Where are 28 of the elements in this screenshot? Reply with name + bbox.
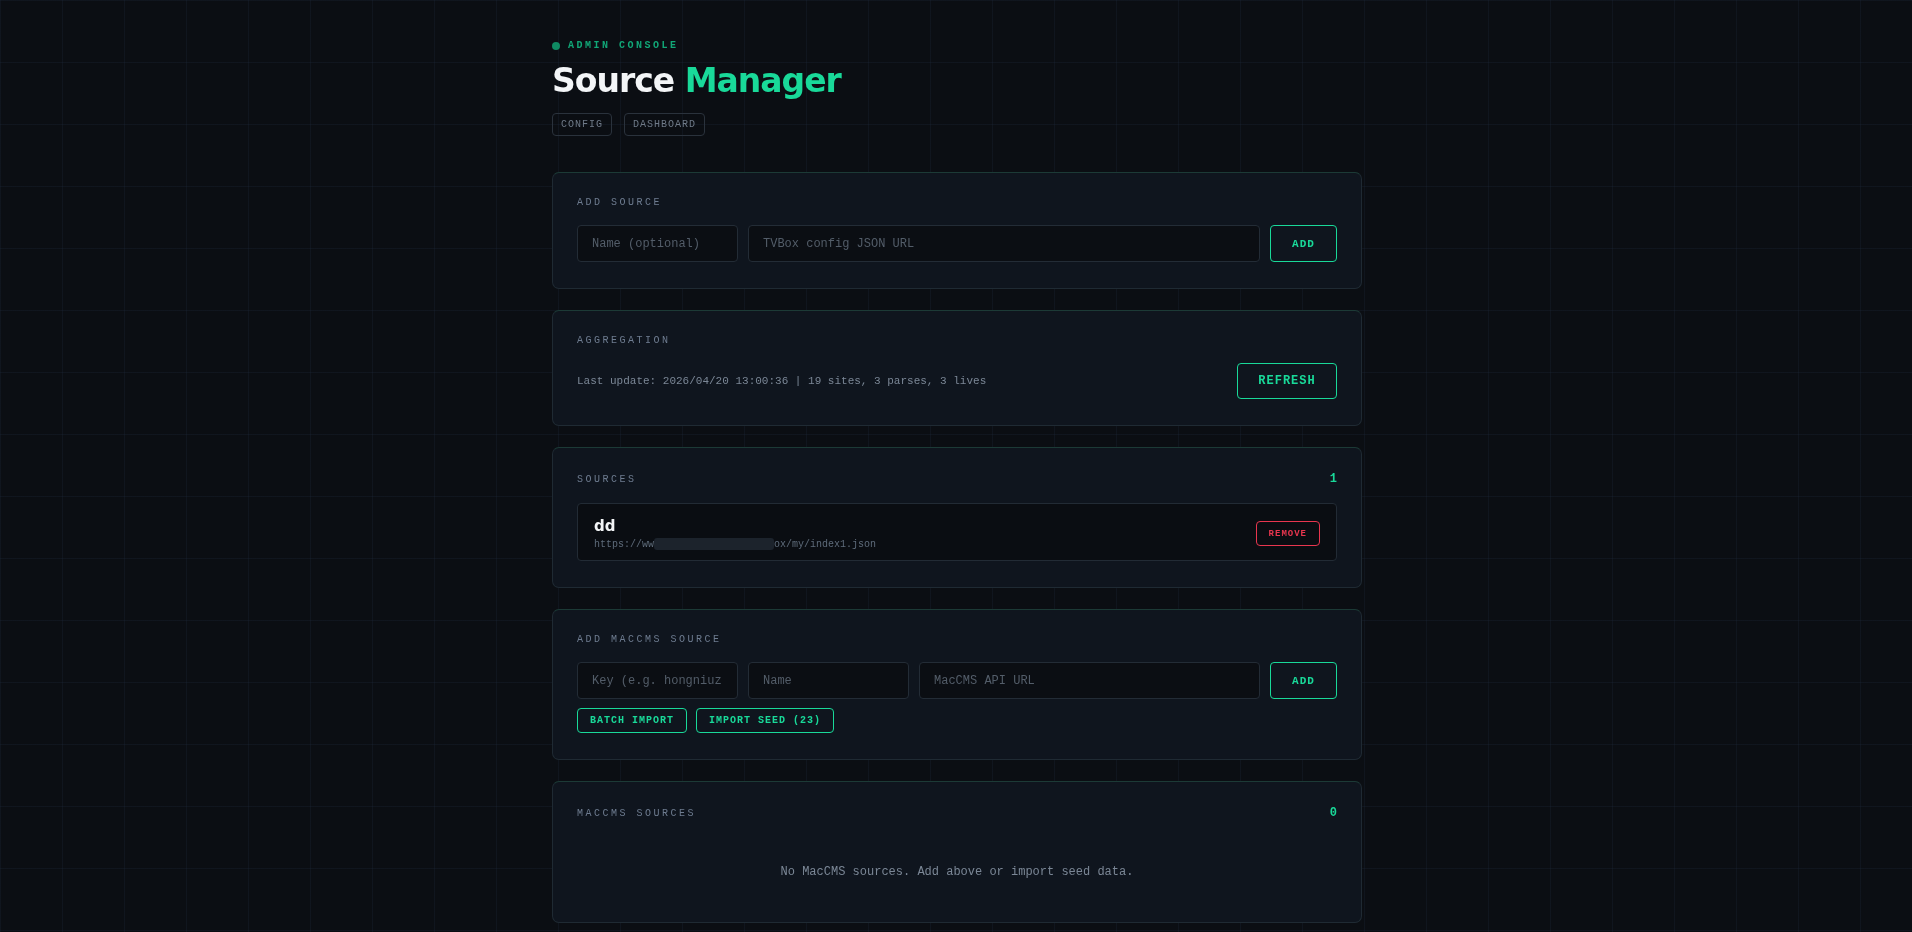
- section-heading: AGGREGATION: [577, 335, 671, 346]
- section-heading: ADD MACCMS SOURCE: [577, 634, 722, 645]
- section-heading: SOURCES: [577, 473, 637, 485]
- source-url: ox/my/index1.json: [774, 538, 877, 550]
- input-field[interactable]: Name: [748, 662, 909, 699]
- input-field[interactable]: Key (e.g. hongniuz: [577, 662, 738, 699]
- section-heading: ADD SOURCE: [577, 197, 662, 208]
- refresh-button[interactable]: REFRESH: [1237, 363, 1337, 399]
- input-field[interactable]: Name (optional): [577, 225, 738, 262]
- source-name: dd: [594, 517, 617, 535]
- eyebrow-label: ADMIN CONSOLE: [568, 40, 679, 51]
- input-field[interactable]: MacCMS API URL: [919, 662, 1260, 699]
- nav-link[interactable]: DASHBOARD: [624, 113, 706, 136]
- add-button[interactable]: ADD: [1270, 225, 1337, 262]
- count-label: 0: [1329, 806, 1337, 820]
- remove-button[interactable]: REMOVE: [1255, 521, 1320, 546]
- status-dot-icon: [552, 41, 560, 50]
- action-button[interactable]: BATCH IMPORT: [577, 708, 687, 733]
- action-button[interactable]: IMPORT SEED (23): [696, 708, 835, 733]
- count-label: 1: [1329, 472, 1337, 486]
- page-title: Source Manager: [552, 61, 843, 101]
- input-field[interactable]: TVBox config JSON URL: [748, 225, 1260, 262]
- add-button[interactable]: ADD: [1270, 662, 1337, 699]
- source-url: https://ww: [594, 538, 654, 550]
- section-heading: MACCMS SOURCES: [577, 807, 696, 819]
- status-text: Last update: 2026/04/20 13:00:36 | 19 sites, 3 parses, 3 lives: [577, 375, 987, 387]
- nav-link[interactable]: CONFIG: [552, 113, 612, 136]
- empty-message: No MacCMS sources. Add above or import seed data.: [779, 865, 1135, 879]
